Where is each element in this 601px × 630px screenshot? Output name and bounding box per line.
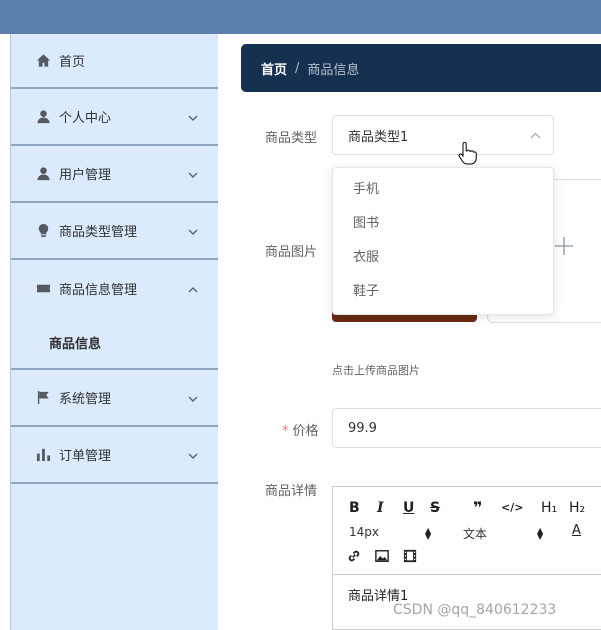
- upload-tip-text: 点击上传商品图片: [332, 364, 420, 377]
- font-color-button[interactable]: A: [572, 523, 581, 538]
- plus-icon[interactable]: [554, 236, 574, 256]
- sidebar-subitem-label: 商品信息: [49, 337, 102, 352]
- image-icon[interactable]: [375, 549, 391, 565]
- price-label-text: 价格: [292, 424, 319, 439]
- hand-pointer-cursor-icon: [458, 142, 477, 165]
- required-mark: *: [282, 424, 289, 439]
- dropdown-option[interactable]: 图书: [333, 207, 553, 241]
- chevron-down-icon: [188, 450, 198, 460]
- chevron-down-icon: [188, 393, 198, 403]
- sidebar-item-personal-center[interactable]: 个人中心: [11, 89, 218, 146]
- video-icon[interactable]: [403, 549, 419, 565]
- underline-button[interactable]: U: [403, 500, 414, 516]
- blockquote-button[interactable]: ❞: [473, 498, 482, 517]
- heading-2-button[interactable]: H₂: [569, 500, 585, 516]
- editor-toolbar: B I U S ❞ </> H₁ H₂ 14px ▲ ▼ 文本 ▲ ▼ A: [333, 487, 601, 575]
- chevron-down-icon: [188, 226, 198, 236]
- ticket-icon: [35, 281, 51, 297]
- sidebar-item-label: 个人中心: [59, 111, 112, 126]
- sidebar-item-label: 系统管理: [59, 392, 112, 407]
- chevron-up-icon: [530, 130, 541, 141]
- heading-1-button[interactable]: H₁: [541, 500, 557, 516]
- breadcrumb: 首页 / 商品信息: [241, 44, 601, 92]
- product-type-select[interactable]: 商品类型1: [332, 115, 554, 155]
- sidebar-subitem-product-info[interactable]: 商品信息: [11, 317, 218, 370]
- sidebar-item-home[interactable]: 首页: [11, 34, 218, 89]
- chevron-up-icon: [188, 284, 198, 294]
- breadcrumb-home-link[interactable]: 首页: [261, 59, 287, 78]
- font-size-select[interactable]: 14px: [349, 525, 379, 539]
- user-icon: [35, 109, 51, 125]
- link-icon[interactable]: [347, 549, 363, 565]
- sidebar-item-label: 订单管理: [59, 449, 112, 464]
- top-header-bar: [0, 0, 601, 34]
- price-value: 99.9: [348, 420, 377, 436]
- italic-button[interactable]: I: [377, 500, 384, 516]
- sidebar-item-label: 用户管理: [59, 168, 112, 183]
- sidebar-item-label: 首页: [59, 55, 86, 70]
- watermark-text: CSDN @qq_840612233: [393, 602, 557, 618]
- bold-button[interactable]: B: [349, 500, 360, 516]
- home-icon: [35, 53, 51, 69]
- price-input[interactable]: 99.9: [332, 408, 601, 448]
- price-label: * 价格: [282, 420, 319, 439]
- strikethrough-button[interactable]: S: [430, 500, 440, 516]
- sidebar: 首页 个人中心 用户管理 商品类型管理 商品信息管理 商品信息 系统管理 订单管…: [10, 34, 218, 630]
- dropdown-option[interactable]: 手机: [333, 173, 553, 207]
- sidebar-item-user-management[interactable]: 用户管理: [11, 146, 218, 203]
- product-type-label: 商品类型: [265, 131, 318, 146]
- code-block-button[interactable]: </>: [501, 501, 523, 514]
- product-image-label: 商品图片: [265, 245, 318, 260]
- flag-icon: [35, 390, 51, 406]
- breadcrumb-current: 商品信息: [307, 62, 360, 78]
- product-detail-label: 商品详情: [265, 484, 318, 499]
- sidebar-item-label: 商品类型管理: [59, 225, 138, 240]
- product-type-dropdown: 手机 图书 衣服 鞋子: [332, 167, 554, 315]
- bulb-icon: [35, 223, 51, 239]
- users-icon: [35, 166, 51, 182]
- chevron-down-icon: [188, 112, 198, 122]
- main-content: 首页 / 商品信息 商品类型 商品类型1 商品图片 手机 图书 衣服 鞋子 点击…: [218, 34, 601, 630]
- dropdown-option[interactable]: 鞋子: [333, 275, 553, 309]
- breadcrumb-separator: /: [295, 60, 300, 76]
- text-type-select-arrows-icon: ▲ ▼: [537, 526, 544, 541]
- bar-chart-icon: [35, 447, 51, 463]
- sidebar-item-system-management[interactable]: 系统管理: [11, 370, 218, 427]
- sidebar-item-product-info-management[interactable]: 商品信息管理: [11, 260, 218, 317]
- sidebar-item-label: 商品信息管理: [59, 283, 138, 298]
- chevron-down-icon: [188, 169, 198, 179]
- dropdown-option[interactable]: 衣服: [333, 241, 553, 275]
- text-type-select[interactable]: 文本: [463, 525, 487, 542]
- product-type-selected-value: 商品类型1: [348, 129, 409, 145]
- sidebar-item-order-management[interactable]: 订单管理: [11, 427, 218, 484]
- sidebar-item-product-type-management[interactable]: 商品类型管理: [11, 203, 218, 260]
- font-size-select-arrows-icon: ▲ ▼: [425, 526, 432, 541]
